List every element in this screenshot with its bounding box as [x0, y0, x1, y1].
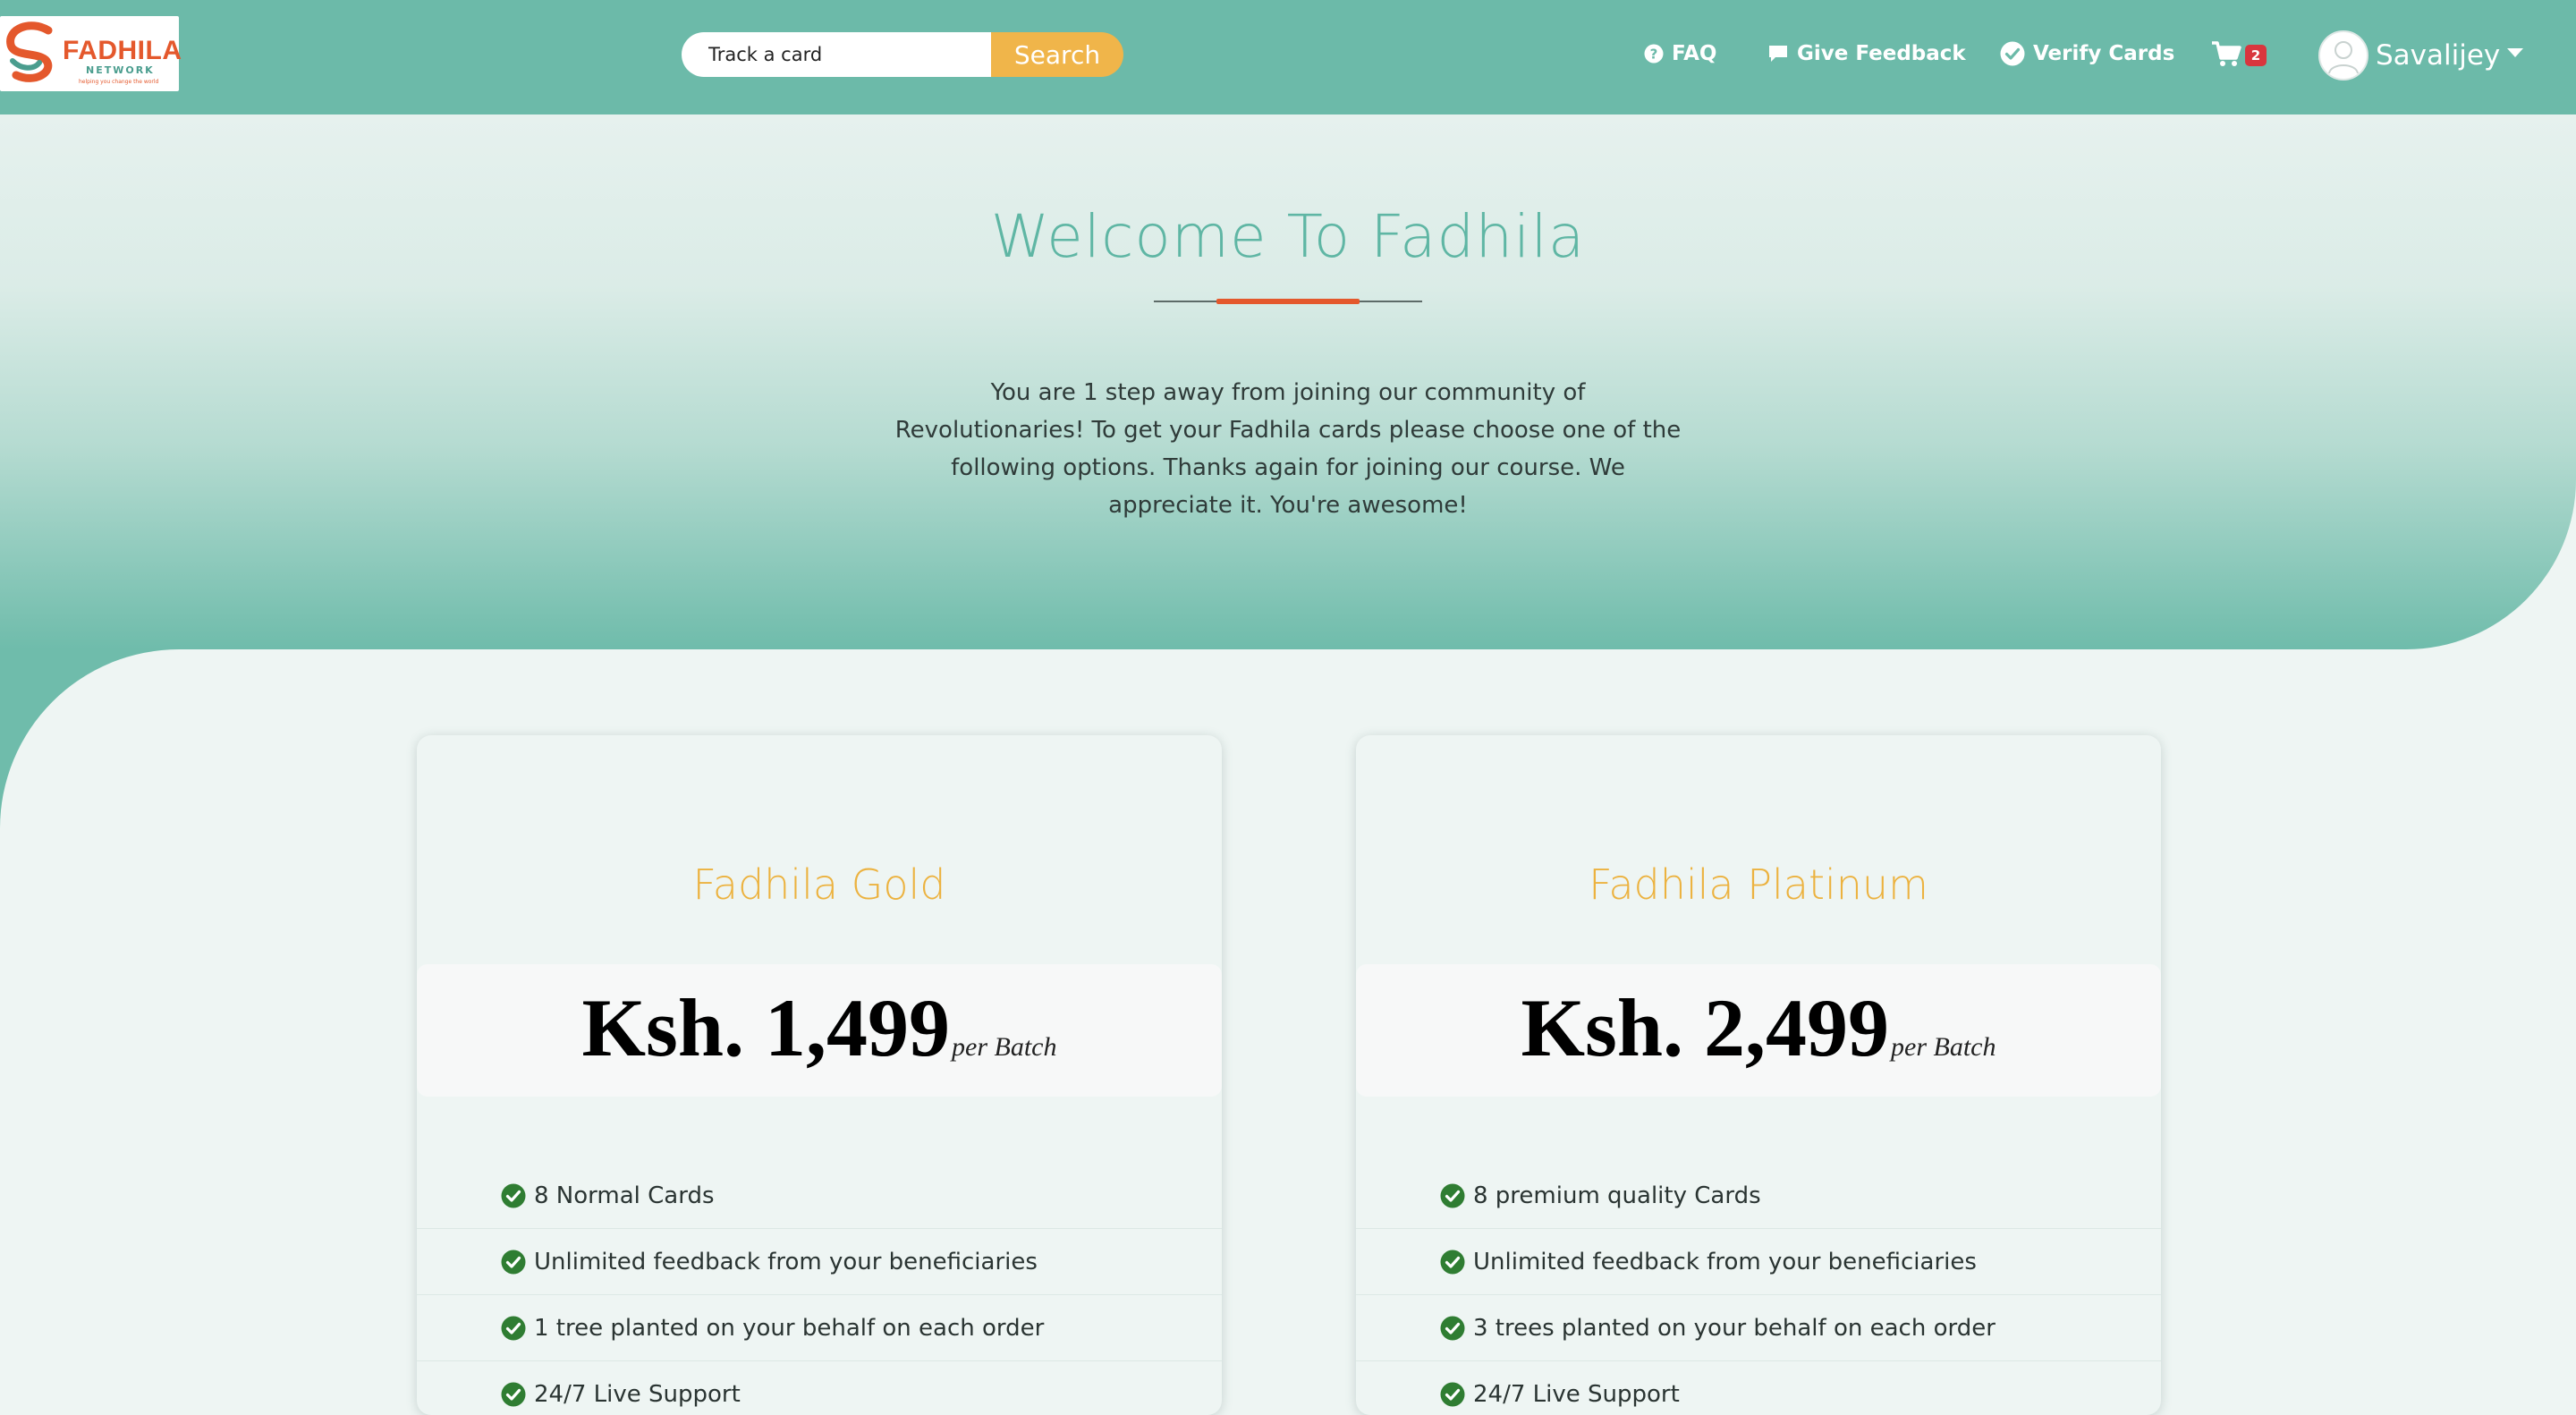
- cart-icon: [2211, 40, 2241, 67]
- fadhila-logo[interactable]: FADHILA NETWORK helping you change the w…: [0, 16, 182, 91]
- feature-item: 1 tree planted on your behalf on each or…: [417, 1295, 1222, 1361]
- check-circle-icon: [501, 1382, 526, 1407]
- feature-list: 8 Normal Cards Unlimited feedback from y…: [417, 1163, 1222, 1415]
- title-divider-accent: [1216, 299, 1360, 304]
- nav-verify-cards-label: Verify Cards: [2033, 42, 2175, 65]
- chevron-down-icon: [2507, 44, 2524, 61]
- feature-text: Unlimited feedback from your beneficiari…: [534, 1248, 1038, 1275]
- check-circle-icon: [2000, 41, 2025, 66]
- price-unit: per Batch: [952, 1032, 1057, 1062]
- plan-card-gold[interactable]: Fadhila Gold Ksh. 1,499 per Batch 8 Norm…: [417, 735, 1222, 1415]
- logo-subtitle: NETWORK: [86, 64, 155, 76]
- feature-item: 24/7 Live Support: [1356, 1361, 2161, 1415]
- price-box: Ksh. 1,499 per Batch: [417, 964, 1222, 1097]
- welcome-paragraph: You are 1 step away from joining our com…: [894, 379, 1682, 519]
- feature-list: 8 premium quality Cards Unlimited feedba…: [1356, 1163, 2161, 1415]
- user-name: Savalijey: [2376, 39, 2501, 72]
- plan-card-platinum[interactable]: Fadhila Platinum Ksh. 2,499 per Batch 8 …: [1356, 735, 2161, 1415]
- plan-price: Ksh. 1,499: [581, 982, 951, 1073]
- feature-item: 8 Normal Cards: [417, 1163, 1222, 1229]
- feature-text: 8 premium quality Cards: [1473, 1182, 1761, 1209]
- cart-count-badge: 2: [2245, 45, 2267, 66]
- user-avatar-icon: [2318, 30, 2368, 80]
- plan-name: Fadhila Platinum: [1589, 860, 1928, 909]
- check-circle-icon: [501, 1183, 526, 1208]
- logo-tagline: helping you change the world: [79, 79, 159, 85]
- feature-item: Unlimited feedback from your beneficiari…: [1356, 1229, 2161, 1295]
- feature-text: 24/7 Live Support: [534, 1380, 741, 1408]
- check-circle-icon: [501, 1316, 526, 1341]
- svg-text:?: ?: [1650, 47, 1658, 63]
- feature-item: Unlimited feedback from your beneficiari…: [417, 1229, 1222, 1295]
- page-title: Welcome To Fadhila: [990, 202, 1586, 271]
- feature-item: 3 trees planted on your behalf on each o…: [1356, 1295, 2161, 1361]
- feature-text: 3 trees planted on your behalf on each o…: [1473, 1314, 1996, 1342]
- feature-text: 1 tree planted on your behalf on each or…: [534, 1314, 1045, 1342]
- price-box: Ksh. 2,499 per Batch: [1356, 964, 2161, 1097]
- feature-item: 8 premium quality Cards: [1356, 1163, 2161, 1229]
- nav-give-feedback-label: Give Feedback: [1797, 42, 1966, 65]
- check-circle-icon: [1440, 1316, 1465, 1341]
- check-circle-icon: [501, 1250, 526, 1275]
- logo-wordmark: FADHILA: [63, 36, 182, 65]
- nav-verify-cards-link[interactable]: Verify Cards: [2000, 36, 2174, 72]
- question-circle-icon: ?: [1644, 44, 1664, 64]
- check-circle-icon: [1440, 1183, 1465, 1208]
- check-circle-icon: [1440, 1382, 1465, 1407]
- feature-text: 24/7 Live Support: [1473, 1380, 1680, 1408]
- track-card-input[interactable]: [682, 32, 1000, 77]
- nav-faq-label: FAQ: [1672, 42, 1717, 65]
- user-menu-dropdown[interactable]: Savalijey: [2318, 30, 2524, 80]
- nav-give-feedback-link[interactable]: Give Feedback: [1767, 36, 1966, 72]
- cart-button[interactable]: 2: [2211, 36, 2267, 72]
- price-unit: per Batch: [1891, 1032, 1996, 1062]
- search-button[interactable]: Search: [991, 32, 1123, 77]
- track-card-search: Search: [682, 32, 1123, 77]
- feature-text: Unlimited feedback from your beneficiari…: [1473, 1248, 1977, 1275]
- left-wave-curve: [0, 649, 358, 1007]
- plan-name: Fadhila Gold: [692, 860, 946, 909]
- nav-faq-link[interactable]: ? FAQ: [1644, 36, 1716, 72]
- check-circle-icon: [1440, 1250, 1465, 1275]
- welcome-hero: Welcome To Fadhila You are 1 step away f…: [0, 114, 2576, 649]
- logo-mark-icon: [6, 21, 53, 82]
- feature-text: 8 Normal Cards: [534, 1182, 715, 1209]
- navbar: FADHILA NETWORK helping you change the w…: [0, 0, 2576, 114]
- feature-item: 24/7 Live Support: [417, 1361, 1222, 1415]
- comment-icon: [1767, 44, 1789, 64]
- plan-price: Ksh. 2,499: [1521, 982, 1890, 1073]
